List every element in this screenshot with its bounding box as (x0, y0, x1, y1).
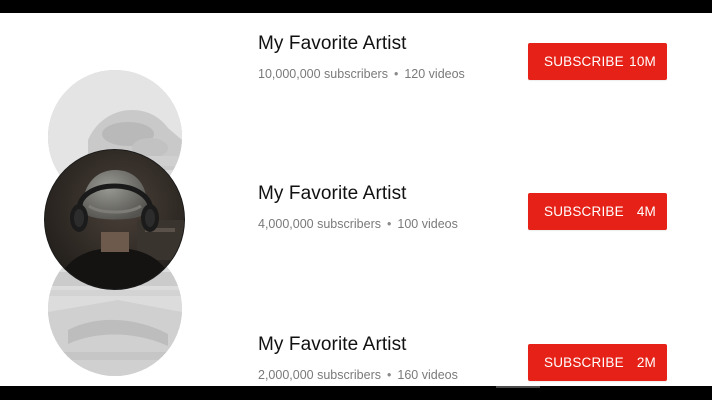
video-count: 160 videos (397, 368, 458, 382)
subscriber-count: 2,000,000 subscribers (258, 368, 381, 382)
channel-meta: 10,000,000 subscribers • 120 videos (258, 67, 465, 81)
separator-dot: • (387, 368, 392, 382)
channel-row: My Favorite Artist 2,000,000 subscribers… (258, 334, 678, 386)
channel-name[interactable]: My Favorite Artist (258, 183, 407, 205)
channel-row: My Favorite Artist 4,000,000 subscribers… (258, 183, 678, 243)
channel-meta: 4,000,000 subscribers • 100 videos (258, 217, 458, 231)
separator-dot: • (393, 67, 399, 81)
channel-meta: 2,000,000 subscribers • 160 videos (258, 368, 458, 382)
channel-name[interactable]: My Favorite Artist (258, 334, 407, 356)
video-count: 120 videos (404, 67, 465, 81)
channel-name[interactable]: My Favorite Artist (258, 33, 407, 55)
subscriber-count: 4,000,000 subscribers (258, 217, 381, 231)
subscribe-count: 2M (636, 355, 656, 370)
subscribe-button[interactable]: SUBSCRIBE 10M (528, 43, 667, 80)
channel-avatar-active[interactable] (45, 150, 184, 289)
video-scrub-indicator (496, 386, 540, 388)
channel-row: My Favorite Artist 10,000,000 subscriber… (258, 33, 678, 93)
letterbox-bottom (0, 386, 712, 400)
channel-list: My Favorite Artist 10,000,000 subscriber… (0, 13, 712, 386)
subscribe-label: SUBSCRIBE (544, 204, 624, 219)
subscribe-label: SUBSCRIBE (544, 54, 624, 69)
subscribe-button[interactable]: SUBSCRIBE 2M (528, 344, 667, 381)
letterbox-top (0, 0, 712, 13)
subscribe-count: 4M (636, 204, 656, 219)
separator-dot: • (387, 217, 392, 231)
subscriber-count: 10,000,000 subscribers (258, 67, 388, 81)
subscribe-count: 10M (629, 54, 656, 69)
subscribe-button[interactable]: SUBSCRIBE 4M (528, 193, 667, 230)
subscribe-label: SUBSCRIBE (544, 355, 624, 370)
video-count: 100 videos (397, 217, 458, 231)
headphones-listener-photo-image (45, 150, 184, 289)
